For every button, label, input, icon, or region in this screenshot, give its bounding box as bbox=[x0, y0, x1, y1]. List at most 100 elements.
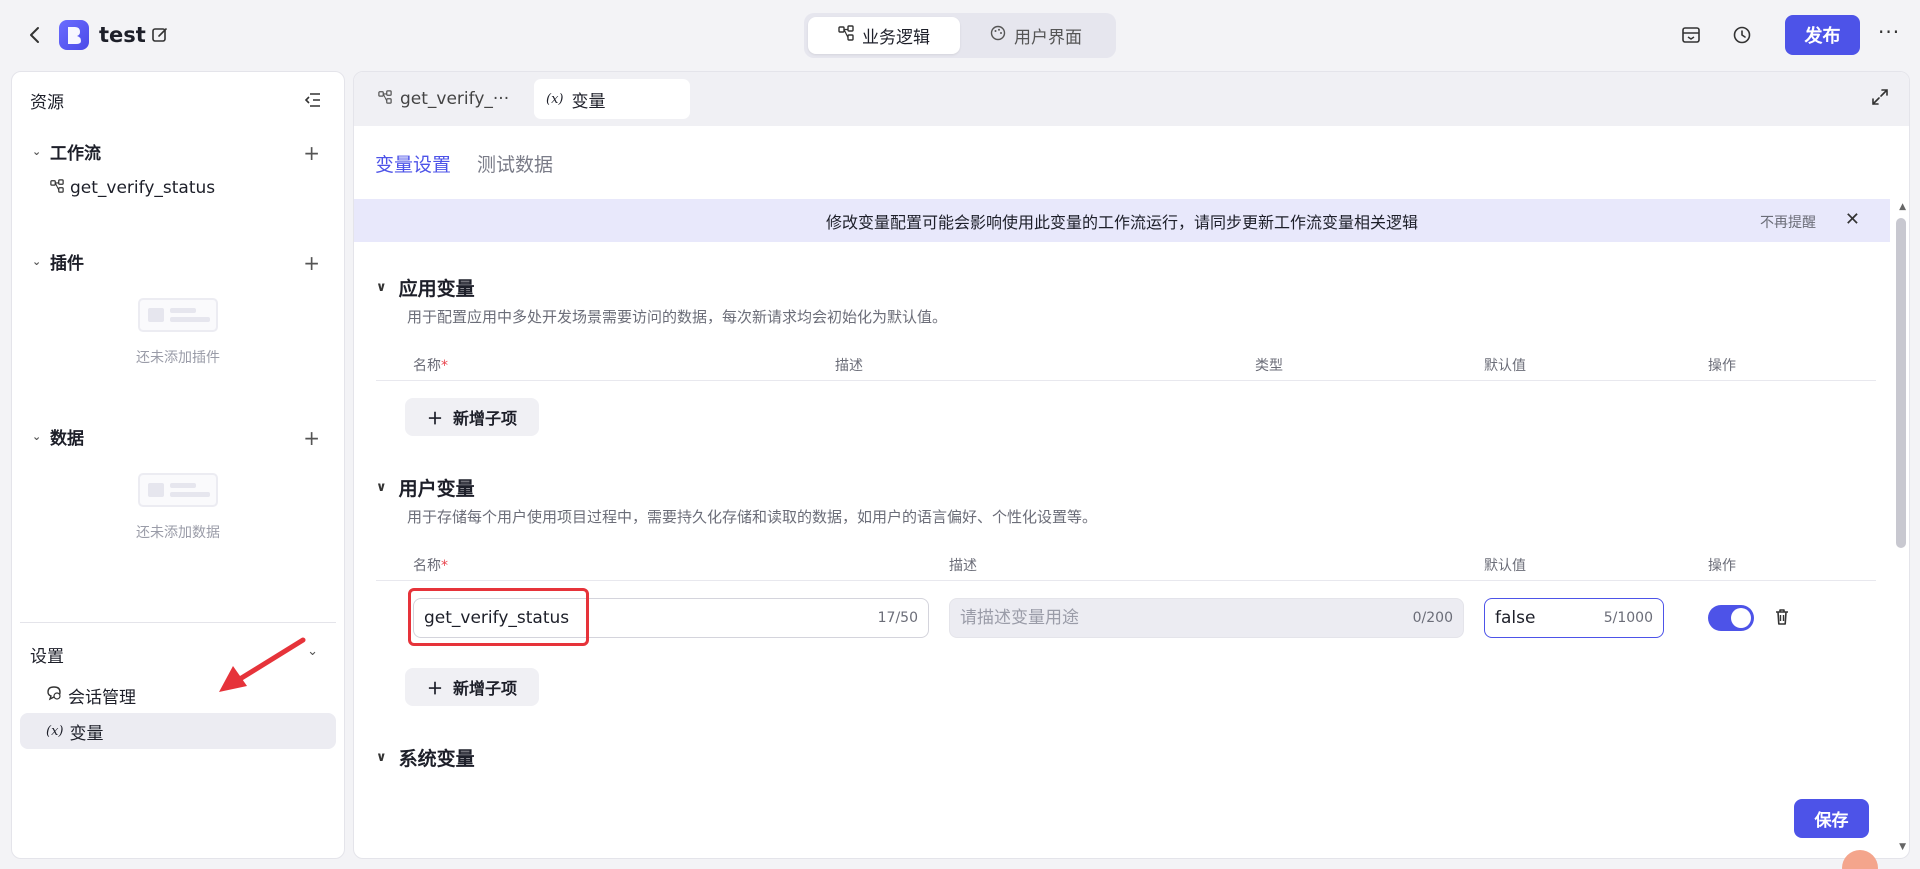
mode-switch: 业务逻辑 用户界面 bbox=[804, 13, 1116, 58]
add-app-variable-button[interactable]: ＋ 新增子项 bbox=[405, 398, 539, 436]
chevron-down-icon: ∨ bbox=[376, 750, 387, 765]
workflow-icon bbox=[50, 178, 64, 198]
group-title: 系统变量 bbox=[398, 748, 475, 770]
archive-icon[interactable] bbox=[1680, 24, 1702, 46]
chevron-down-icon: ∨ bbox=[376, 280, 387, 295]
group-description: 用于配置应用中多处开发场景需要访问的数据，每次新请求均会初始化为默认值。 bbox=[407, 308, 948, 326]
edit-title-icon[interactable] bbox=[150, 25, 170, 45]
app-logo-icon bbox=[59, 20, 89, 50]
variable-icon: (x) bbox=[546, 91, 564, 107]
add-data-button[interactable]: + bbox=[303, 428, 320, 448]
column-header-name: 名称* bbox=[413, 358, 448, 374]
resource-sidebar: 资源 ⌄ 工作流 + get_verify_status ⌄ 插件 + 还未添加… bbox=[11, 71, 345, 859]
sidebar-item-workflow[interactable]: get_verify_status bbox=[50, 178, 215, 198]
column-header-desc: 描述 bbox=[949, 558, 977, 574]
back-icon[interactable] bbox=[24, 22, 46, 48]
notice-text: 修改变量配置可能会影响使用此变量的工作流运行，请同步更新工作流变量相关逻辑 bbox=[825, 212, 1418, 232]
column-header-desc: 描述 bbox=[835, 358, 863, 374]
empty-plugin-text: 还未添加插件 bbox=[136, 350, 220, 366]
variable-name-field: 17/50 bbox=[413, 598, 929, 638]
chevron-down-icon[interactable]: ⌄ bbox=[307, 644, 318, 659]
char-count: 17/50 bbox=[877, 610, 918, 626]
chevron-down-icon: ∨ bbox=[376, 480, 387, 495]
add-workflow-button[interactable]: + bbox=[303, 143, 320, 163]
main-panel: get_verify_··· (x) 变量 变量设置 测试数据 修改变量配置可能… bbox=[353, 71, 1910, 859]
column-header-type: 类型 bbox=[1255, 358, 1283, 374]
file-tab-label: get_verify_··· bbox=[400, 89, 510, 109]
conversation-icon bbox=[46, 685, 62, 706]
file-tab-variables[interactable]: (x) 变量 bbox=[534, 79, 690, 119]
settings-title: 设置 bbox=[30, 647, 64, 667]
group-system-variables[interactable]: ∨ 系统变量 bbox=[376, 744, 475, 771]
add-user-variable-button[interactable]: ＋ 新增子项 bbox=[405, 668, 539, 706]
plus-icon: ＋ bbox=[426, 679, 443, 698]
plus-icon: ＋ bbox=[426, 409, 443, 428]
scroll-up-icon[interactable]: ▲ bbox=[1899, 202, 1906, 212]
section-label: 插件 bbox=[50, 254, 84, 274]
file-tab-strip: get_verify_··· (x) 变量 bbox=[354, 72, 1909, 126]
sidebar-item-conversation[interactable]: 会话管理 bbox=[20, 677, 336, 713]
button-label: 新增子项 bbox=[453, 409, 518, 428]
mode-tab-logic[interactable]: 业务逻辑 bbox=[808, 17, 960, 54]
section-label: 数据 bbox=[50, 429, 84, 449]
save-button[interactable]: 保存 bbox=[1794, 799, 1869, 838]
sidebar-divider bbox=[20, 622, 336, 623]
sidebar-item-label: 变量 bbox=[69, 723, 104, 744]
mode-tab-ui[interactable]: 用户界面 bbox=[960, 17, 1112, 54]
sidebar-item-label: get_verify_status bbox=[70, 178, 216, 198]
empty-data-text: 还未添加数据 bbox=[136, 525, 220, 541]
empty-data-illustration bbox=[138, 473, 218, 507]
collapse-sidebar-icon[interactable] bbox=[304, 92, 322, 108]
variable-icon: (x) bbox=[46, 723, 64, 739]
notice-dismiss-link[interactable]: 不再提醒 bbox=[1760, 212, 1816, 232]
app-title: test bbox=[99, 23, 146, 47]
variable-desc-field: 0/200 bbox=[949, 598, 1464, 638]
column-header-action: 操作 bbox=[1708, 558, 1736, 574]
group-description: 用于存储每个用户使用项目过程中，需要持久化存储和读取的数据，如用户的语言偏好、个… bbox=[407, 508, 1098, 526]
char-count: 5/1000 bbox=[1603, 610, 1653, 626]
table-divider bbox=[376, 580, 1876, 581]
more-menu-icon[interactable]: ··· bbox=[1878, 20, 1900, 44]
expand-icon[interactable] bbox=[1871, 88, 1889, 106]
sidebar-item-variables[interactable]: (x) 变量 bbox=[20, 713, 336, 749]
history-icon[interactable] bbox=[1731, 24, 1753, 46]
chevron-down-icon: ⌄ bbox=[32, 145, 42, 158]
sidebar-title: 资源 bbox=[30, 93, 64, 113]
sidebar-section-data[interactable]: ⌄ 数据 bbox=[32, 424, 84, 449]
column-header-name: 名称* bbox=[413, 558, 448, 574]
workflow-icon bbox=[838, 25, 854, 46]
file-tab-label: 变量 bbox=[571, 91, 606, 112]
group-user-variables[interactable]: ∨ 用户变量 bbox=[376, 474, 475, 501]
variable-default-input[interactable] bbox=[1495, 608, 1574, 628]
top-bar: test 业务逻辑 用户界面 发布 ··· bbox=[0, 0, 1920, 70]
column-header-default: 默认值 bbox=[1484, 558, 1526, 574]
sidebar-section-plugin[interactable]: ⌄ 插件 bbox=[32, 249, 84, 274]
button-label: 新增子项 bbox=[453, 679, 518, 698]
publish-button[interactable]: 发布 bbox=[1785, 15, 1860, 55]
chevron-down-icon: ⌄ bbox=[32, 255, 42, 268]
group-title: 应用变量 bbox=[398, 278, 475, 300]
group-title: 用户变量 bbox=[398, 478, 475, 500]
tab-test-data[interactable]: 测试数据 bbox=[477, 150, 553, 177]
mode-tab-label: 业务逻辑 bbox=[862, 28, 930, 48]
toggle-knob bbox=[1731, 608, 1751, 628]
sidebar-section-workflow[interactable]: ⌄ 工作流 bbox=[32, 139, 101, 164]
scroll-down-icon[interactable]: ▼ bbox=[1899, 842, 1906, 852]
add-plugin-button[interactable]: + bbox=[303, 253, 320, 273]
variable-name-input[interactable] bbox=[424, 608, 770, 628]
variable-desc-input[interactable] bbox=[960, 608, 1306, 628]
file-tab-workflow[interactable]: get_verify_··· bbox=[366, 79, 521, 119]
delete-icon[interactable] bbox=[1772, 607, 1792, 627]
sub-tabs: 变量设置 测试数据 bbox=[375, 150, 553, 177]
scrollbar-thumb[interactable] bbox=[1896, 218, 1906, 548]
workflow-icon bbox=[378, 89, 392, 109]
column-header-action: 操作 bbox=[1708, 358, 1736, 374]
close-icon[interactable]: ✕ bbox=[1845, 209, 1860, 230]
variable-default-field: 5/1000 bbox=[1484, 598, 1664, 638]
group-app-variables[interactable]: ∨ 应用变量 bbox=[376, 274, 475, 301]
table-divider bbox=[376, 380, 1876, 381]
char-count: 0/200 bbox=[1412, 610, 1453, 626]
chevron-down-icon: ⌄ bbox=[32, 430, 42, 443]
variable-enabled-toggle[interactable] bbox=[1708, 605, 1754, 631]
tab-variable-settings[interactable]: 变量设置 bbox=[375, 150, 451, 177]
